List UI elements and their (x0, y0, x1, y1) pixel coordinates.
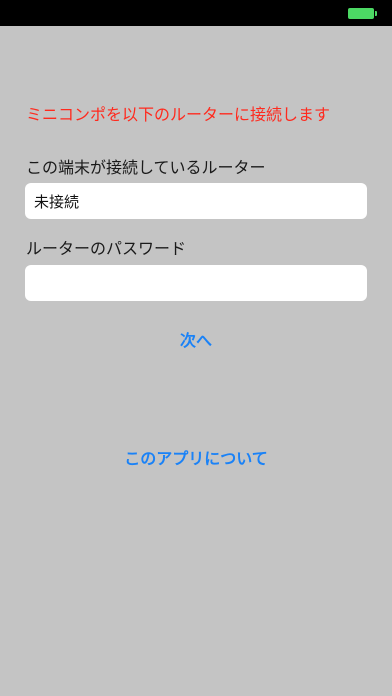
router-field[interactable]: 未接続 (25, 183, 367, 219)
password-label: ルーターのパスワード (26, 239, 187, 258)
next-button[interactable]: 次へ (0, 327, 392, 351)
status-bar (0, 0, 392, 26)
battery-full-icon (348, 8, 374, 19)
router-value: 未接続 (34, 192, 80, 211)
about-app-button[interactable]: このアプリについて (0, 445, 392, 469)
connection-notice: ミニコンポを以下のルーターに接続します (26, 105, 331, 124)
password-field[interactable] (25, 265, 367, 301)
screen: ミニコンポを以下のルーターに接続します この端末が接続しているルーター 未接続 … (0, 0, 392, 696)
router-label: この端末が接続しているルーター (26, 158, 266, 177)
battery-tip (375, 11, 377, 16)
